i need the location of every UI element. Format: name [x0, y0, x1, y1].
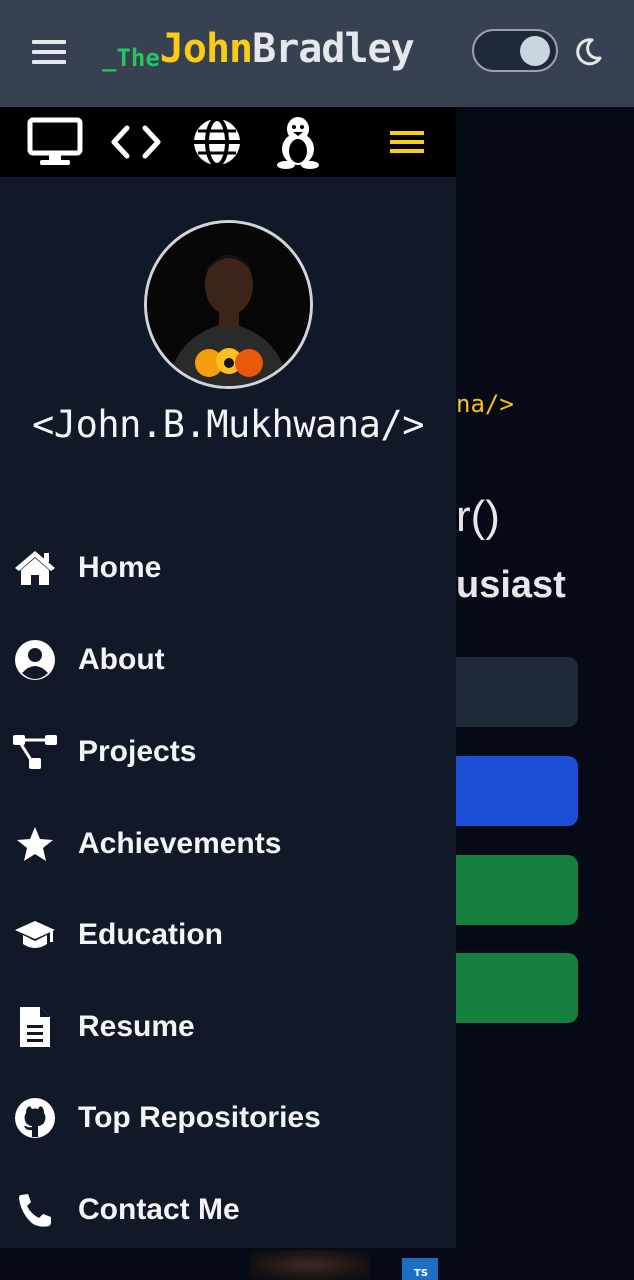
nav-item-about[interactable]: About: [0, 630, 456, 690]
logo-last-name: Bradley: [252, 26, 415, 72]
nav-item-projects[interactable]: Projects: [0, 722, 456, 782]
top-header: _TheJohnBradley: [0, 0, 634, 107]
nav-item-contact-me[interactable]: Contact Me: [0, 1180, 456, 1240]
user-circle-icon: [13, 638, 57, 682]
globe-icon[interactable]: [189, 115, 245, 169]
project-diagram-icon: [13, 730, 57, 774]
profile-name: <John.B.Mukhwana/>: [32, 403, 424, 446]
linux-icon[interactable]: [270, 115, 326, 169]
background-tech-badge: TS: [402, 1258, 438, 1280]
file-icon: [13, 1005, 57, 1049]
nav-item-education[interactable]: Education: [0, 905, 456, 965]
desktop-icon[interactable]: [26, 115, 84, 169]
background-photo: [250, 1250, 370, 1280]
background-button-4[interactable]: [440, 953, 578, 1023]
nav-label: Resume: [78, 1010, 195, 1043]
graduation-cap-icon: [13, 913, 57, 957]
background-function-text: r(): [456, 492, 500, 541]
nav-item-home[interactable]: Home: [0, 538, 456, 598]
background-button-2[interactable]: [440, 756, 578, 826]
nav-label: Home: [78, 551, 162, 584]
site-logo[interactable]: _TheJohnBradley: [102, 26, 415, 76]
nav-label: About: [78, 643, 165, 676]
nav-item-achievements[interactable]: Achievements: [0, 814, 456, 874]
background-code-tag: na/>: [456, 390, 514, 418]
theme-toggle-knob: [520, 36, 550, 66]
background-button-3[interactable]: [440, 855, 578, 925]
background-button-1[interactable]: [440, 657, 578, 727]
logo-first-name: John: [159, 26, 253, 72]
github-icon: [13, 1096, 57, 1140]
profile-avatar: [144, 220, 313, 389]
side-drawer: <John.B.Mukhwana/> Home About Projects A…: [0, 107, 456, 1248]
moon-icon: [576, 38, 602, 66]
phone-icon: [13, 1188, 57, 1232]
nav-label: Education: [78, 918, 224, 951]
nav-label: Projects: [78, 735, 197, 768]
nav-item-top-repositories[interactable]: Top Repositories: [0, 1088, 456, 1148]
menu-toggle-button[interactable]: [32, 40, 66, 64]
nav-label: Top Repositories: [78, 1101, 321, 1134]
theme-toggle[interactable]: [472, 29, 558, 72]
drawer-menu-button[interactable]: [386, 115, 428, 169]
nav-label: Achievements: [78, 827, 282, 860]
star-icon: [13, 822, 57, 866]
background-role-text: usiast: [456, 564, 566, 606]
logo-prefix: _The: [102, 44, 160, 72]
nav-label: Contact Me: [78, 1193, 240, 1226]
drawer-icon-bar: [0, 107, 456, 177]
nav-item-resume[interactable]: Resume: [0, 997, 456, 1057]
code-icon[interactable]: [108, 115, 164, 169]
home-icon: [13, 546, 57, 590]
